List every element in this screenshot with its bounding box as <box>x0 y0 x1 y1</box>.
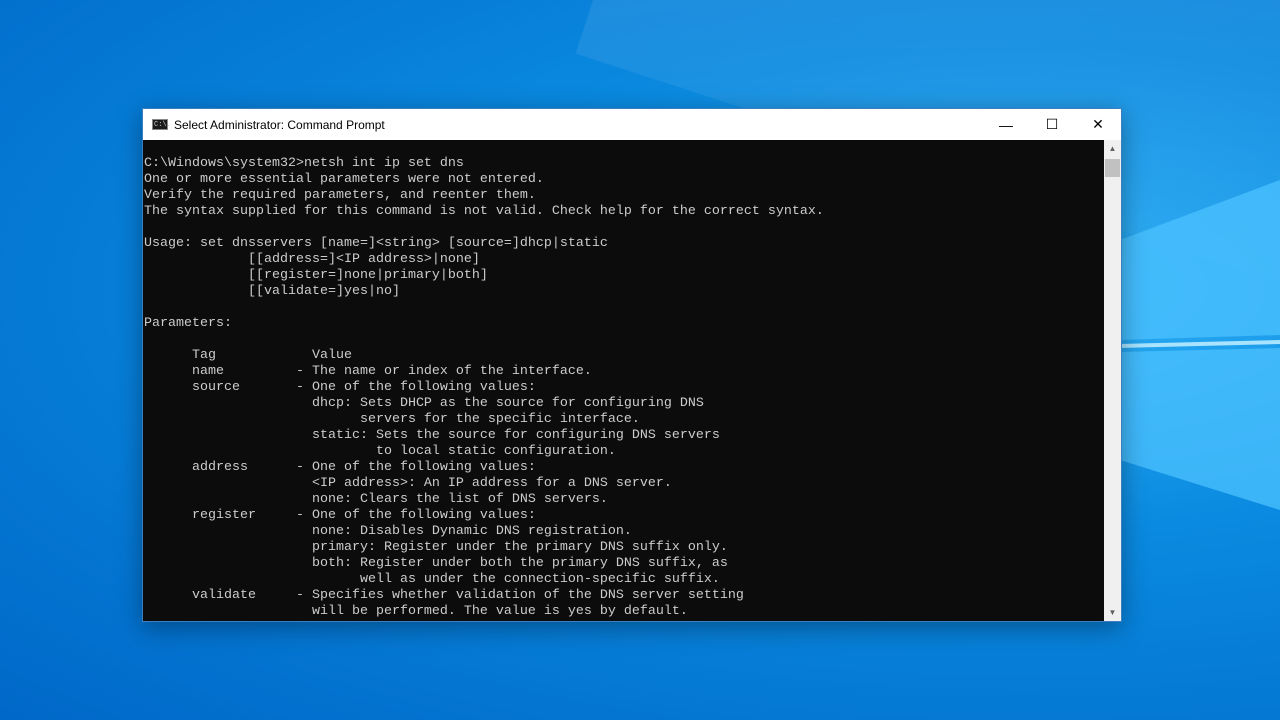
console-line: Tag Value <box>144 348 352 363</box>
console-line: both: Register under both the primary DN… <box>144 556 728 571</box>
title-bar[interactable]: C:\. Select Administrator: Command Promp… <box>143 109 1121 140</box>
scroll-up-arrow-icon[interactable]: ▲ <box>1104 140 1121 157</box>
console-line: [[validate=]yes|no] <box>144 284 400 299</box>
scroll-thumb[interactable] <box>1105 159 1120 177</box>
console-line: address - One of the following values: <box>144 460 536 475</box>
minimize-button[interactable]: — <box>983 109 1029 140</box>
console-line: name - The name or index of the interfac… <box>144 364 592 379</box>
console-line: will be performed. The value is yes by d… <box>144 604 688 619</box>
vertical-scrollbar[interactable]: ▲ ▼ <box>1104 140 1121 621</box>
windows-logo <box>1110 180 1280 510</box>
console-line: Parameters: <box>144 316 232 331</box>
console-line: The syntax supplied for this command is … <box>144 204 824 219</box>
close-button[interactable]: ✕ <box>1075 109 1121 140</box>
console-line: validate - Specifies whether validation … <box>144 588 744 603</box>
console-output[interactable]: C:\Windows\system32>netsh int ip set dns… <box>143 140 1104 621</box>
console-line: dhcp: Sets DHCP as the source for config… <box>144 396 704 411</box>
console-line: register - One of the following values: <box>144 508 536 523</box>
maximize-button[interactable]: ☐ <box>1029 109 1075 140</box>
console-line: well as under the connection-specific su… <box>144 572 720 587</box>
console-line: <IP address>: An IP address for a DNS se… <box>144 476 672 491</box>
console-line: One or more essential parameters were no… <box>144 172 544 187</box>
console-line: [[address=]<IP address>|none] <box>144 252 480 267</box>
console-line: primary: Register under the primary DNS … <box>144 540 728 555</box>
console-line: [[register=]none|primary|both] <box>144 268 488 283</box>
console-line: servers for the specific interface. <box>144 412 640 427</box>
window-title: Select Administrator: Command Prompt <box>174 117 385 132</box>
command-prompt-window: C:\. Select Administrator: Command Promp… <box>142 108 1122 622</box>
scroll-down-arrow-icon[interactable]: ▼ <box>1104 604 1121 621</box>
console-line: source - One of the following values: <box>144 380 536 395</box>
console-line: static: Sets the source for configuring … <box>144 428 720 443</box>
console-line: none: Clears the list of DNS servers. <box>144 492 608 507</box>
console-line: C:\Windows\system32>netsh int ip set dns <box>144 156 464 171</box>
console-line: Usage: set dnsservers [name=]<string> [s… <box>144 236 608 251</box>
cmd-icon: C:\. <box>152 119 171 130</box>
console-line: Verify the required parameters, and reen… <box>144 188 536 203</box>
console-line: none: Disables Dynamic DNS registration. <box>144 524 632 539</box>
console-line: to local static configuration. <box>144 444 616 459</box>
